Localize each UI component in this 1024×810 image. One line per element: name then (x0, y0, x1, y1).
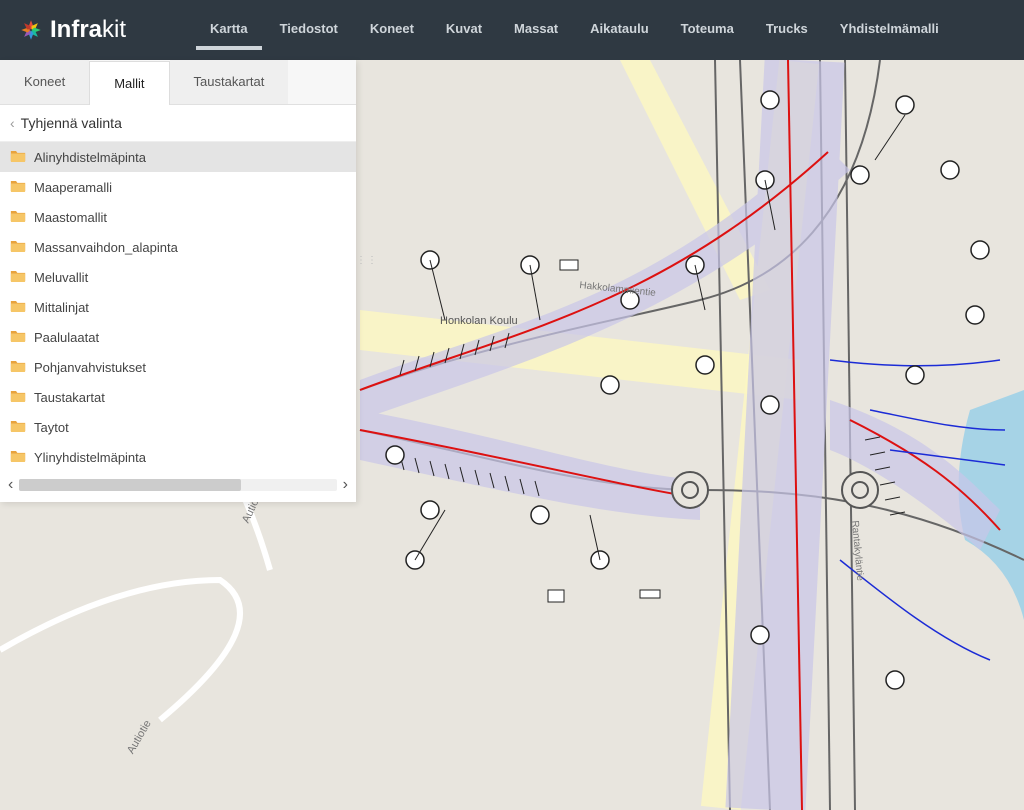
chevron-left-icon[interactable]: ‹ (10, 115, 15, 131)
model-folder-label: Maastomallit (34, 210, 107, 225)
folder-icon (10, 389, 26, 405)
scroll-right-icon[interactable]: › (341, 476, 350, 494)
model-folder-item[interactable]: Taytot (0, 412, 356, 442)
folder-icon (10, 419, 26, 435)
model-folder-item[interactable]: Maastomallit (0, 202, 356, 232)
model-folder-label: Maaperamalli (34, 180, 112, 195)
model-folder-label: Meluvallit (34, 270, 88, 285)
scroll-track[interactable] (19, 479, 336, 491)
model-folder-label: Alinyhdistelmäpinta (34, 150, 146, 165)
folder-icon (10, 299, 26, 315)
model-folder-label: Pohjanvahvistukset (34, 360, 146, 375)
nav-item-trucks[interactable]: Trucks (752, 11, 822, 50)
scroll-thumb[interactable] (19, 479, 241, 491)
model-folder-label: Taustakartat (34, 390, 105, 405)
sidebar-tabs: KoneetMallitTaustakartat (0, 60, 356, 105)
model-list: Alinyhdistelmäpinta Maaperamalli Maastomal… (0, 142, 356, 472)
clear-selection-label: Tyhjennä valinta (21, 115, 122, 131)
model-folder-item[interactable]: Pohjanvahvistukset (0, 352, 356, 382)
nav-item-kartta[interactable]: Kartta (196, 11, 262, 50)
model-folder-item[interactable]: Taustakartat (0, 382, 356, 412)
model-folder-label: Mittalinjat (34, 300, 89, 315)
sidebar-tab-mallit[interactable]: Mallit (89, 61, 169, 105)
sidebar: KoneetMallitTaustakartat ‹ Tyhjennä vali… (0, 60, 356, 502)
model-folder-label: Paalulaatat (34, 330, 99, 345)
folder-icon (10, 209, 26, 225)
folder-icon (10, 149, 26, 165)
sidebar-tab-koneet[interactable]: Koneet (0, 60, 89, 104)
folder-icon (10, 449, 26, 465)
model-folder-label: Ylinyhdistelmäpinta (34, 450, 146, 465)
sidebar-tab-taustakartat[interactable]: Taustakartat (170, 60, 289, 104)
model-folder-item[interactable]: Mittalinjat (0, 292, 356, 322)
nav-item-aikataulu[interactable]: Aikataulu (576, 11, 663, 50)
folder-icon (10, 359, 26, 375)
nav-item-kuvat[interactable]: Kuvat (432, 11, 496, 50)
model-folder-item[interactable]: Massanvaihdon_alapinta (0, 232, 356, 262)
logo-icon (18, 17, 44, 43)
model-folder-item[interactable]: Maaperamalli (0, 172, 356, 202)
folder-icon (10, 239, 26, 255)
app-header: Infrakit KarttaTiedostotKoneetKuvatMassa… (0, 0, 1024, 60)
folder-icon (10, 269, 26, 285)
model-folder-item[interactable]: Paalulaatat (0, 322, 356, 352)
scroll-left-icon[interactable]: ‹ (6, 476, 15, 494)
clear-selection-row[interactable]: ‹ Tyhjennä valinta (0, 105, 356, 142)
brand-name: Infrakit (50, 16, 126, 44)
model-folder-label: Massanvaihdon_alapinta (34, 240, 178, 255)
main-area: Autiotie Autiotie Honkolan Koulu Hakkola… (0, 60, 1024, 810)
map-label-koulu: Honkolan Koulu (440, 315, 518, 327)
folder-icon (10, 179, 26, 195)
nav-item-toteuma[interactable]: Toteuma (667, 11, 748, 50)
folder-icon (10, 329, 26, 345)
nav-item-yhdistelmämalli[interactable]: Yhdistelmämalli (826, 11, 953, 50)
nav-item-koneet[interactable]: Koneet (356, 11, 428, 50)
model-folder-label: Taytot (34, 420, 69, 435)
model-folder-item[interactable]: Meluvallit (0, 262, 356, 292)
nav-item-massat[interactable]: Massat (500, 11, 572, 50)
sidebar-resize-handle[interactable]: ⋮⋮ (356, 255, 366, 275)
sidebar-horizontal-scrollbar[interactable]: ‹ › (0, 472, 356, 502)
model-folder-item[interactable]: Ylinyhdistelmäpinta (0, 442, 356, 472)
nav-item-tiedostot[interactable]: Tiedostot (266, 11, 352, 50)
main-nav: KarttaTiedostotKoneetKuvatMassatAikataul… (196, 11, 953, 50)
logo: Infrakit (18, 16, 126, 44)
model-folder-item[interactable]: Alinyhdistelmäpinta (0, 142, 356, 172)
